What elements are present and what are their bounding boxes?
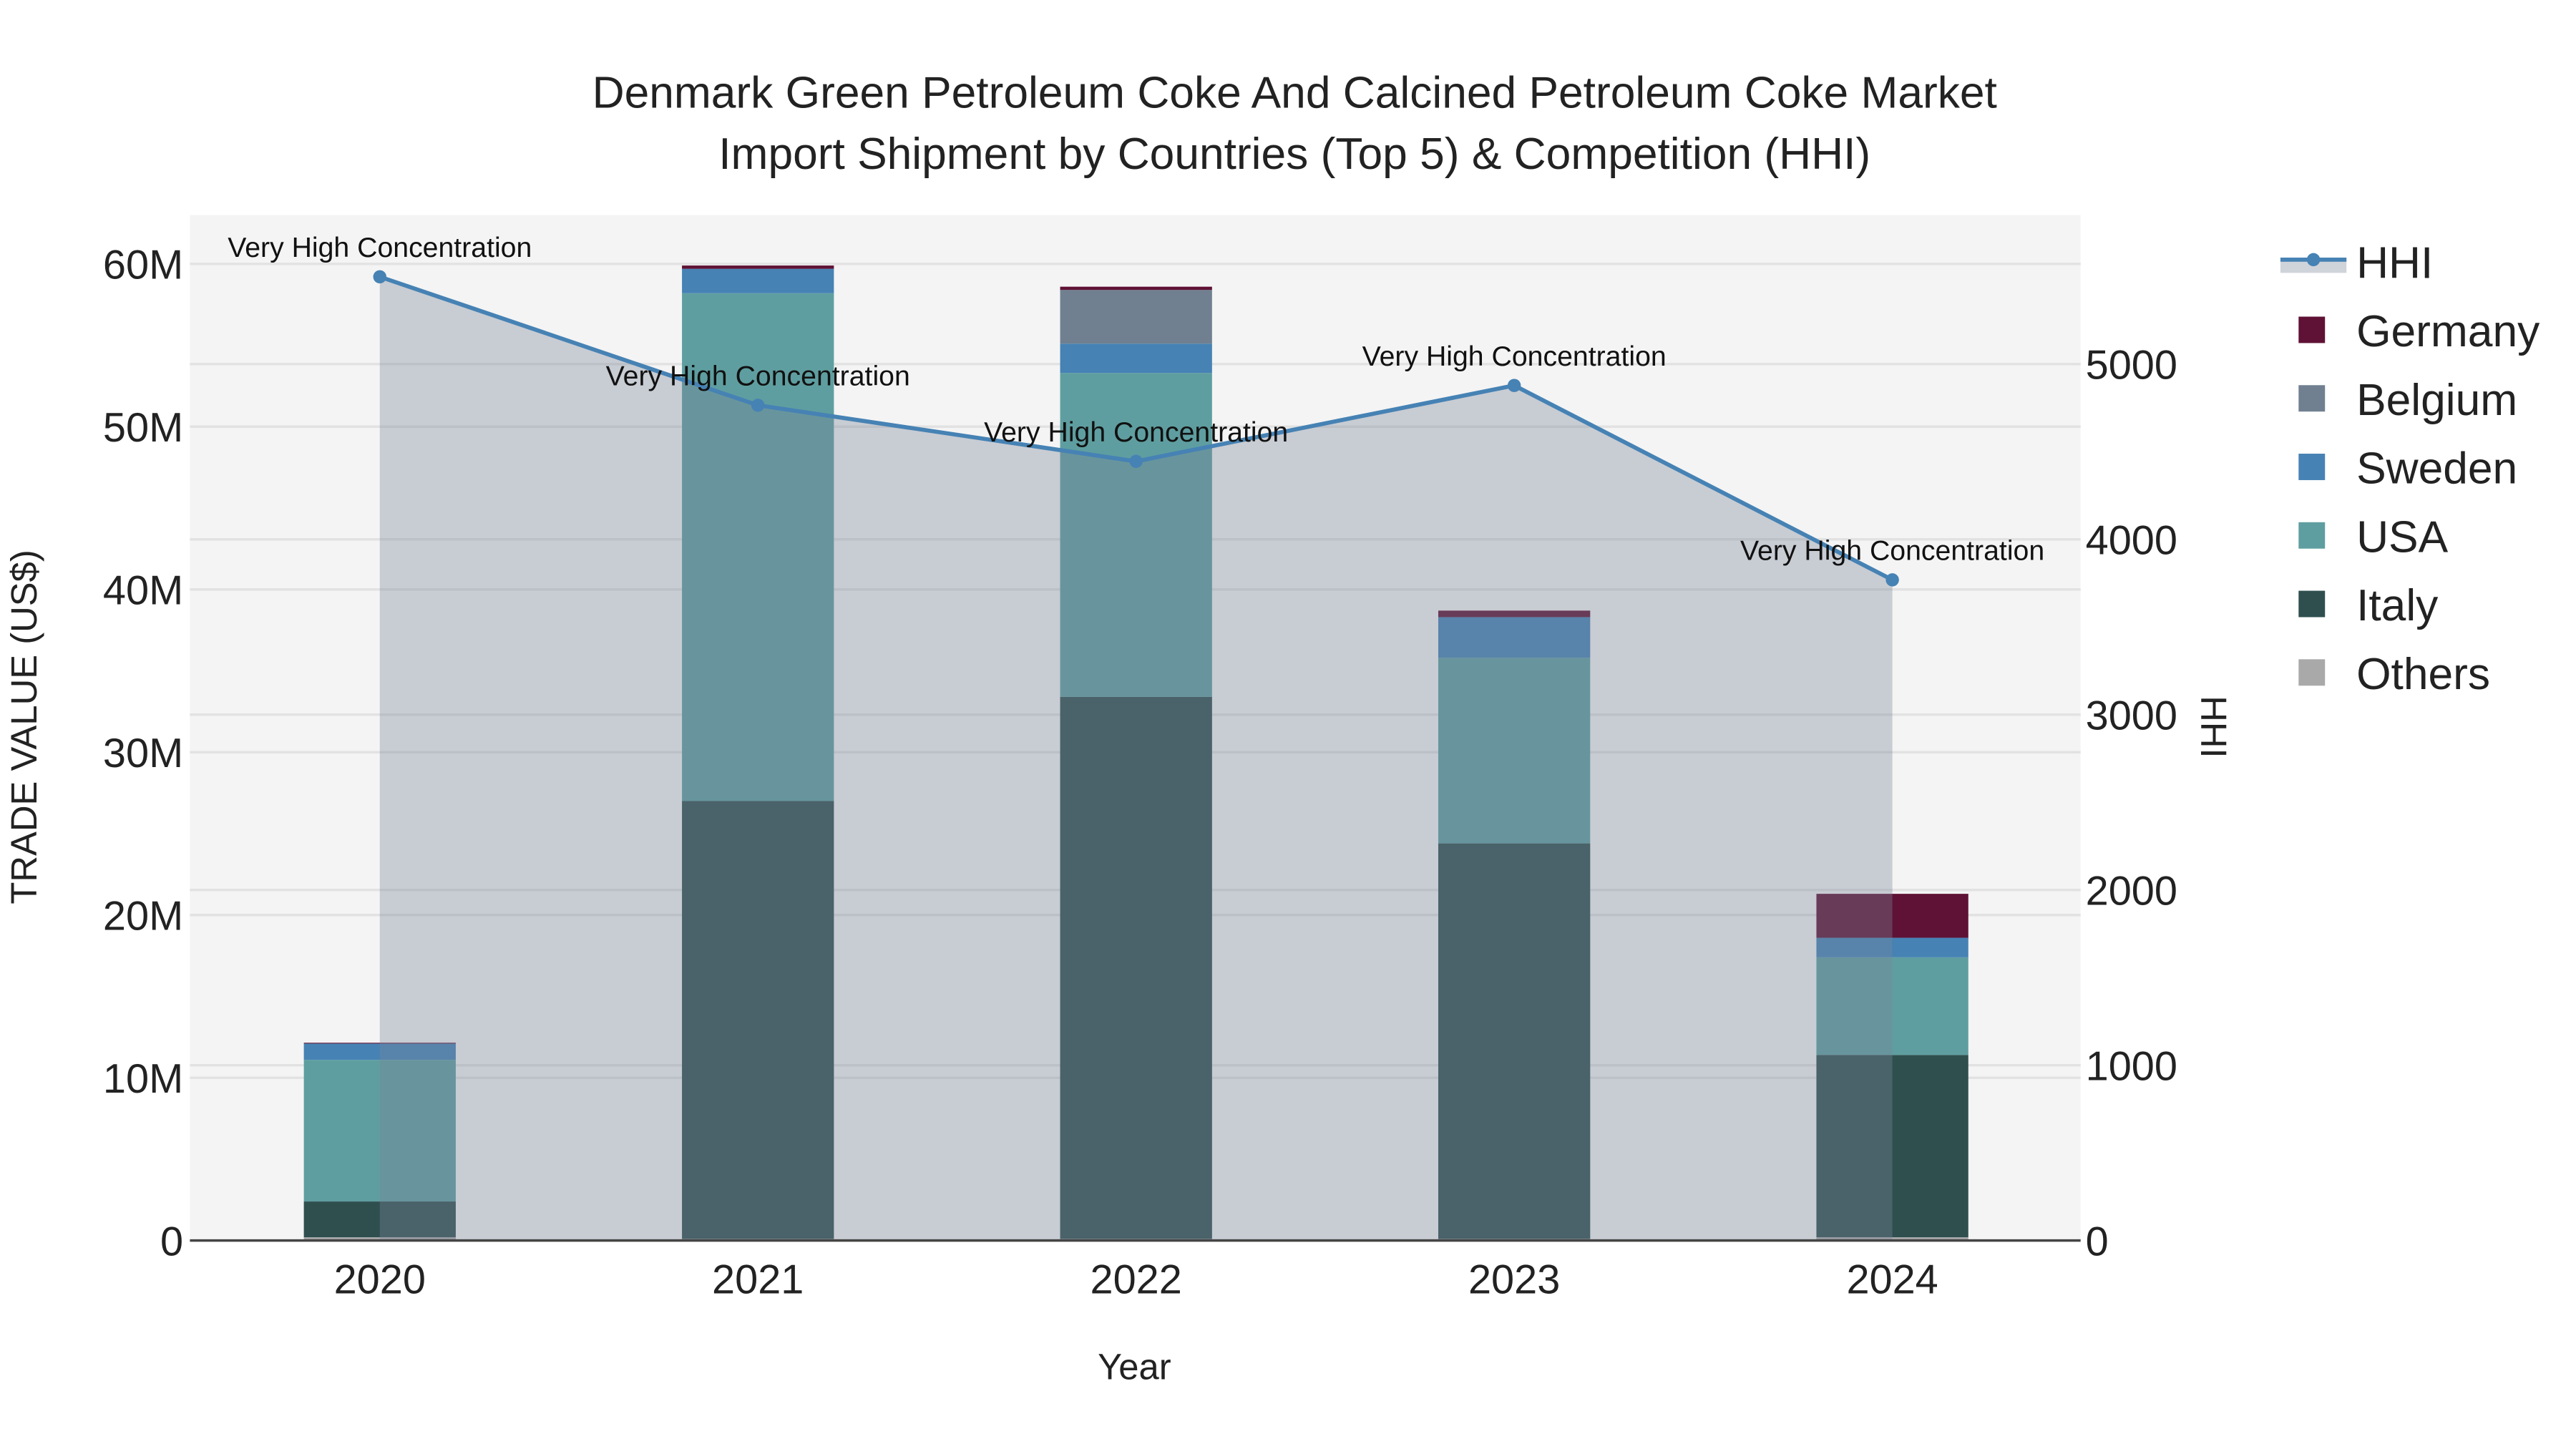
bar-belgium <box>1060 290 1212 344</box>
hhi-annotation: Very High Concentration <box>228 232 532 263</box>
legend-item-belgium: Belgium <box>2298 376 2517 425</box>
y2-tick-label: 2000 <box>2086 868 2177 914</box>
legend-swatch <box>2298 522 2326 549</box>
legend-label: Italy <box>2356 581 2439 630</box>
legend-item-usa: USA <box>2298 512 2449 562</box>
y-tick-label: 10M <box>103 1056 183 1102</box>
x-tick-label: 2021 <box>712 1257 804 1303</box>
y-tick-label: 30M <box>103 731 183 776</box>
legend-item-others: Others <box>2298 650 2490 699</box>
chart: Very High Concentration Very High Concent… <box>4 69 2540 1387</box>
legend-label: USA <box>2356 512 2449 562</box>
y2-tick-label: 3000 <box>2086 693 2177 739</box>
bar-sweden <box>1060 343 1212 374</box>
hhi-annotation: Very High Concentration <box>606 361 910 392</box>
legend-swatch <box>2298 385 2326 412</box>
chart-title-line-2: Import Shipment by Countries (Top 5) & C… <box>718 130 1870 179</box>
hhi-annotation: Very High Concentration <box>1362 341 1667 372</box>
y-tick-label: 20M <box>103 893 183 939</box>
legend-label: Germany <box>2356 307 2540 356</box>
y2-tick-label: 1000 <box>2086 1043 2177 1089</box>
bar-sweden <box>682 268 834 293</box>
legend-label: Others <box>2356 650 2490 699</box>
legend-swatch <box>2298 659 2326 686</box>
hhi-point <box>1885 573 1899 587</box>
x-axis-title: Year <box>1098 1347 1171 1387</box>
x-tick-label: 2024 <box>1846 1257 1938 1303</box>
hhi-point <box>1129 454 1143 468</box>
legend-swatch <box>2298 454 2326 480</box>
y-tick-label: 40M <box>103 568 183 614</box>
y2-axis-title: HHI <box>2193 696 2234 758</box>
x-tick-label: 2023 <box>1468 1257 1560 1303</box>
y2-tick-label: 5000 <box>2086 343 2177 389</box>
hhi-point <box>373 270 386 284</box>
hhi-annotation: Very High Concentration <box>1740 535 2044 567</box>
legend-label: HHI <box>2356 238 2433 288</box>
legend-item-hhi: HHI <box>2280 238 2433 288</box>
legend-swatch <box>2298 316 2326 343</box>
y-tick-label: 50M <box>103 405 183 451</box>
y2-tick-label: 0 <box>2086 1219 2109 1264</box>
legend-item-sweden: Sweden <box>2298 444 2517 494</box>
legend-hhi-marker <box>2306 253 2321 267</box>
x-tick-label: 2022 <box>1091 1257 1182 1303</box>
hhi-point <box>751 399 765 412</box>
bar-germany <box>682 265 834 269</box>
x-tick-label: 2020 <box>334 1257 426 1303</box>
y2-tick-label: 4000 <box>2086 518 2177 564</box>
legend-item-germany: Germany <box>2298 307 2540 356</box>
y-axis-title: TRADE VALUE (US$) <box>4 550 44 904</box>
legend-item-italy: Italy <box>2298 581 2439 630</box>
legend-label: Sweden <box>2356 444 2517 494</box>
hhi-annotation: Very High Concentration <box>984 416 1288 448</box>
bar-germany <box>1060 286 1212 291</box>
hhi-point <box>1507 379 1521 392</box>
legend-swatch <box>2298 590 2326 618</box>
y-tick-label: 0 <box>160 1219 183 1264</box>
y-tick-label: 60M <box>103 243 183 288</box>
legend-label: Belgium <box>2356 376 2517 425</box>
chart-title-line-1: Denmark Green Petroleum Coke And Calcine… <box>592 69 1997 118</box>
